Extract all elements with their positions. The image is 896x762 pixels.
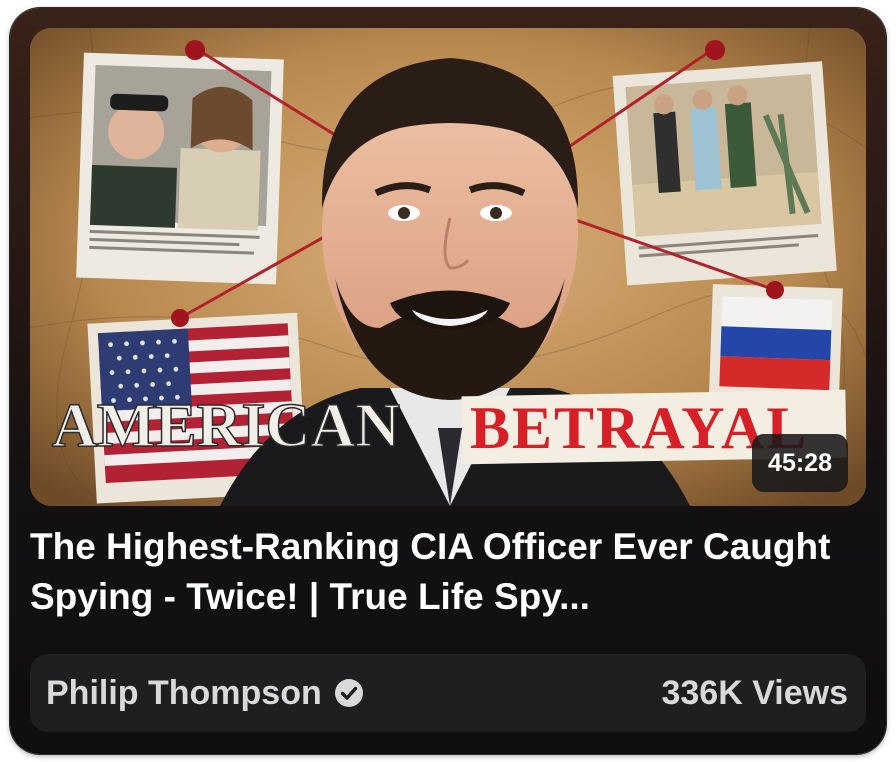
russia-flag-image	[708, 283, 843, 409]
meta-bar: Philip Thompson 336K Views	[30, 654, 866, 732]
video-card[interactable]: AMERICAN BETRAYAL 45:28 The Highest-Rank…	[10, 8, 886, 754]
check-circle-icon	[334, 679, 363, 707]
video-thumbnail[interactable]: AMERICAN BETRAYAL 45:28	[30, 28, 866, 506]
video-title[interactable]: The Highest-Ranking CIA Officer Ever Cau…	[30, 522, 850, 622]
view-count: 336K Views	[661, 674, 848, 712]
duration-badge: 45:28	[752, 434, 848, 492]
thumbnail-artwork: AMERICAN BETRAYAL	[30, 28, 866, 506]
thumbnail-heading-left: AMERICAN	[52, 392, 400, 460]
channel-link[interactable]: Philip Thompson	[46, 654, 364, 732]
evidence-photo-soldiers	[76, 52, 284, 285]
channel-name: Philip Thompson	[46, 673, 322, 712]
